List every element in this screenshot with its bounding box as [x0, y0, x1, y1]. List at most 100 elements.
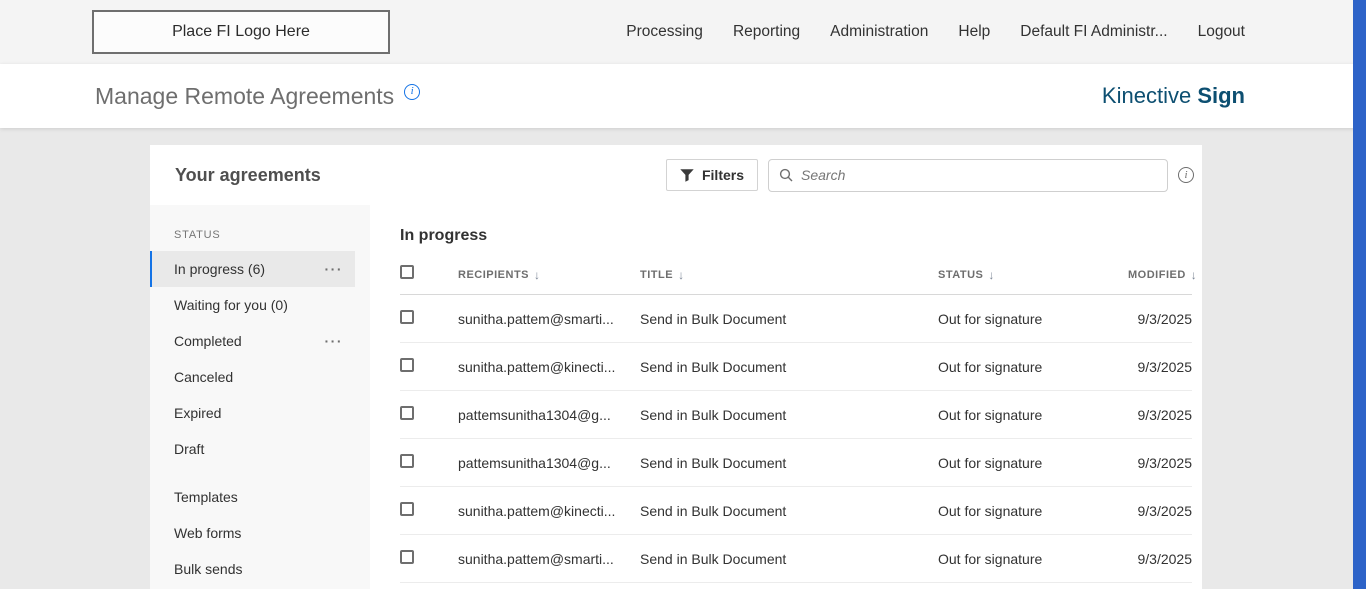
- column-header-modified[interactable]: MODIFIED ↓: [1128, 268, 1197, 282]
- page-info-icon[interactable]: i: [404, 84, 420, 100]
- cell-status: Out for signature: [938, 311, 1128, 327]
- sidebar-item-label: Templates: [174, 489, 238, 505]
- row-checkbox[interactable]: [400, 502, 414, 516]
- cell-title: Send in Bulk Document: [640, 407, 938, 423]
- cell-status: Out for signature: [938, 503, 1128, 519]
- search-box: [768, 159, 1168, 192]
- sidebar-item-label: Canceled: [174, 369, 233, 385]
- cell-title: Send in Bulk Document: [640, 455, 938, 471]
- page-content: Your agreements Filters i: [0, 128, 1366, 589]
- cell-status: Out for signature: [938, 359, 1128, 375]
- cell-modified: 9/3/2025: [1128, 503, 1192, 519]
- column-header-recipients[interactable]: RECIPIENTS ↓: [458, 268, 640, 282]
- cell-modified: 9/3/2025: [1128, 359, 1192, 375]
- sort-arrow-icon: ↓: [1191, 268, 1198, 282]
- checkbox-cell: [400, 454, 458, 471]
- sidebar-item-waiting-for-you-0[interactable]: Waiting for you (0): [150, 287, 355, 323]
- filters-button[interactable]: Filters: [666, 159, 758, 191]
- cell-title: Send in Bulk Document: [640, 551, 938, 567]
- sidebar-item-draft[interactable]: Draft: [150, 431, 355, 467]
- sidebar-item-label: Draft: [174, 441, 204, 457]
- column-label: STATUS: [938, 269, 983, 281]
- sidebar-item-web-forms[interactable]: Web forms: [150, 515, 355, 551]
- sidebar-item-bulk-sends[interactable]: Bulk sends: [150, 551, 355, 587]
- agreements-info-icon[interactable]: i: [1178, 167, 1194, 183]
- select-all-checkbox[interactable]: [400, 265, 414, 279]
- status-list: In progress (6) ··· Waiting for you (0) Com…: [150, 251, 370, 467]
- cell-recipients: sunitha.pattem@kinecti...: [458, 359, 640, 375]
- page-title: Manage Remote Agreements: [95, 83, 394, 110]
- sort-arrow-icon: ↓: [534, 268, 541, 282]
- other-list: Templates Web forms Bulk sends: [150, 479, 370, 587]
- status-sidebar: STATUS In progress (6) ··· Waiting for you…: [150, 205, 370, 589]
- nav-default-fi-administr[interactable]: Default FI Administr...: [1020, 23, 1167, 41]
- sidebar-item-label: Waiting for you (0): [174, 297, 288, 313]
- checkbox-cell: [400, 502, 458, 519]
- sidebar-item-label: Expired: [174, 405, 221, 421]
- sidebar-item-canceled[interactable]: Canceled: [150, 359, 355, 395]
- table-row[interactable]: sunitha.pattem@kinecti...Send in Bulk Do…: [400, 343, 1192, 391]
- sidebar-item-in-progress-6[interactable]: In progress (6) ···: [150, 251, 355, 287]
- cell-title: Send in Bulk Document: [640, 311, 938, 327]
- sidebar-item-label: Bulk sends: [174, 561, 242, 577]
- nav-processing[interactable]: Processing: [626, 23, 703, 41]
- cell-recipients: pattemsunitha1304@g...: [458, 407, 640, 423]
- column-header-status[interactable]: STATUS↓: [938, 268, 1128, 282]
- page-header: Manage Remote Agreements i Kinective Sig…: [0, 64, 1366, 128]
- column-label: RECIPIENTS: [458, 269, 529, 281]
- fi-logo-placeholder: Place FI Logo Here: [92, 10, 390, 54]
- nav-reporting[interactable]: Reporting: [733, 23, 800, 41]
- column-label: TITLE: [640, 269, 673, 281]
- row-checkbox[interactable]: [400, 310, 414, 324]
- overflow-menu-icon[interactable]: ···: [325, 261, 344, 277]
- cell-title: Send in Bulk Document: [640, 359, 938, 375]
- filter-funnel-icon: [680, 169, 694, 182]
- search-input[interactable]: [801, 167, 1157, 183]
- sidebar-item-label: Completed: [174, 333, 242, 349]
- brand-logo: Kinective Sign: [1102, 83, 1366, 109]
- table-row[interactable]: sunitha.pattem@kinecti...Send in Bulk Do…: [400, 487, 1192, 535]
- table-body: sunitha.pattem@smarti...Send in Bulk Doc…: [400, 295, 1192, 583]
- sidebar-item-label: Web forms: [174, 525, 241, 541]
- sidebar-section-label: STATUS: [150, 217, 370, 251]
- checkbox-cell: [400, 406, 458, 423]
- row-checkbox[interactable]: [400, 358, 414, 372]
- table-row[interactable]: pattemsunitha1304@g...Send in Bulk Docum…: [400, 439, 1192, 487]
- agreements-title: Your agreements: [175, 165, 321, 186]
- cell-recipients: sunitha.pattem@smarti...: [458, 311, 640, 327]
- row-checkbox[interactable]: [400, 454, 414, 468]
- sidebar-item-completed[interactable]: Completed ···: [150, 323, 355, 359]
- filters-label: Filters: [702, 167, 744, 183]
- cell-modified: 9/3/2025: [1128, 407, 1192, 423]
- table-header-row: RECIPIENTS ↓TITLE↓STATUS↓MODIFIED ↓: [400, 255, 1192, 295]
- row-checkbox[interactable]: [400, 406, 414, 420]
- table-row[interactable]: sunitha.pattem@smarti...Send in Bulk Doc…: [400, 535, 1192, 583]
- cell-recipients: pattemsunitha1304@g...: [458, 455, 640, 471]
- sidebar-item-expired[interactable]: Expired: [150, 395, 355, 431]
- sidebar-item-label: In progress (6): [174, 261, 265, 277]
- cell-modified: 9/3/2025: [1128, 551, 1192, 567]
- fi-logo-label: Place FI Logo Here: [172, 23, 310, 41]
- cell-modified: 9/3/2025: [1128, 311, 1192, 327]
- page-title-wrap: Manage Remote Agreements i: [95, 83, 420, 110]
- row-checkbox[interactable]: [400, 550, 414, 564]
- nav-help[interactable]: Help: [958, 23, 990, 41]
- overflow-menu-icon[interactable]: ···: [325, 333, 344, 349]
- brand-bold: Sign: [1197, 83, 1245, 108]
- cell-status: Out for signature: [938, 455, 1128, 471]
- table-row[interactable]: sunitha.pattem@smarti...Send in Bulk Doc…: [400, 295, 1192, 343]
- nav-administration[interactable]: Administration: [830, 23, 928, 41]
- checkbox-cell: [400, 550, 458, 567]
- top-bar: Place FI Logo Here Processing Reporting Ad…: [0, 0, 1366, 64]
- card-header: Your agreements Filters i: [150, 145, 1202, 205]
- column-header-title[interactable]: TITLE↓: [640, 268, 938, 282]
- cell-status: Out for signature: [938, 407, 1128, 423]
- sidebar-item-templates[interactable]: Templates: [150, 479, 355, 515]
- vertical-scrollbar[interactable]: [1353, 0, 1366, 589]
- column-label: MODIFIED: [1128, 269, 1186, 281]
- nav-logout[interactable]: Logout: [1198, 23, 1245, 41]
- table-row[interactable]: pattemsunitha1304@g...Send in Bulk Docum…: [400, 391, 1192, 439]
- brand-regular: Kinective: [1102, 83, 1191, 108]
- search-icon: [779, 168, 793, 182]
- agreements-table-area: In progress RECIPIENTS↓TITLE↓STATUS↓MODI…: [370, 205, 1202, 589]
